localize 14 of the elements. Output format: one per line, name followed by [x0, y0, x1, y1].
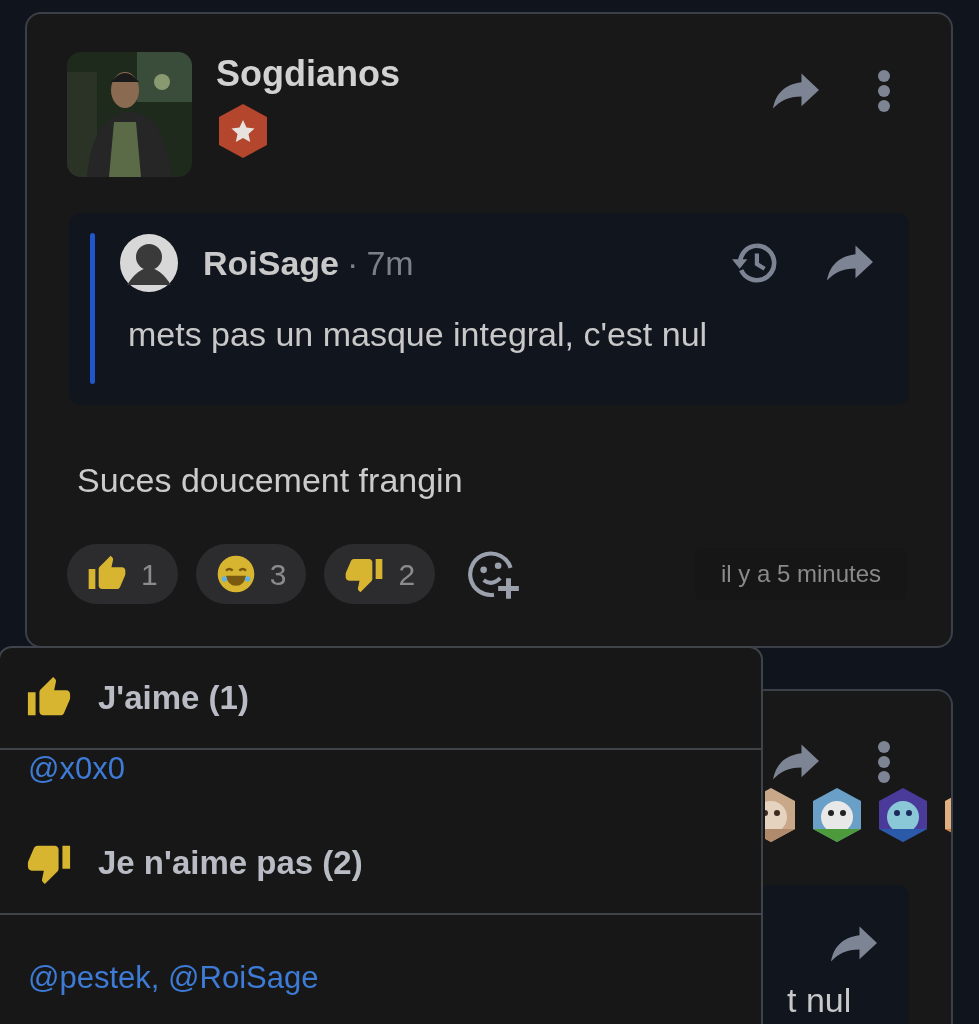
user-list: @pestek, @RoiSage	[28, 959, 319, 995]
reaction-button[interactable]: 3	[195, 544, 307, 604]
quote-text: mets pas un masque integral, c'est nul	[128, 314, 709, 355]
reaction-title: Je n'aime pas (2)	[98, 842, 363, 883]
username[interactable]: Sogdianos	[216, 52, 400, 96]
quote-separator: ·	[347, 242, 359, 284]
quote-time: 7m	[366, 242, 414, 284]
reaction-title: J'aime (1)	[98, 678, 249, 719]
post-text: Suces doucement frangin	[77, 460, 464, 501]
reaction-button[interactable]: 2	[324, 544, 436, 604]
quote-text: t nul	[786, 980, 853, 1021]
reaction-button[interactable]: 1	[67, 544, 178, 604]
quote-author[interactable]: RoiSage	[203, 237, 340, 289]
user-list: @x0x0	[28, 751, 125, 786]
